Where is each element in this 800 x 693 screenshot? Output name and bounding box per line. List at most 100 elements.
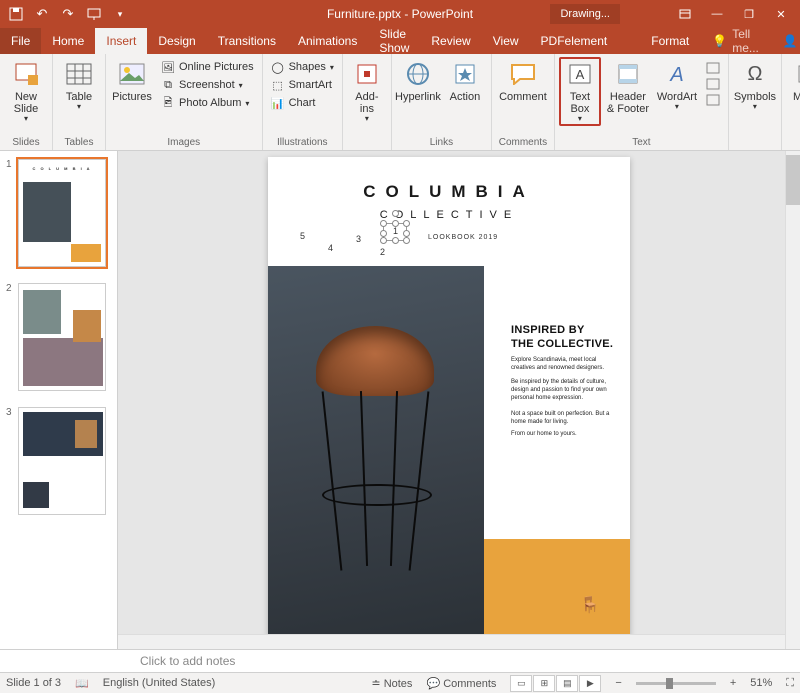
tab-file[interactable]: File (0, 28, 41, 54)
status-language[interactable]: English (United States) (103, 677, 216, 689)
save-icon[interactable] (4, 2, 28, 26)
zoom-out-button[interactable]: − (615, 677, 621, 689)
lightbulb-icon: 💡 (712, 34, 727, 48)
tab-home[interactable]: Home (41, 28, 95, 54)
undo-icon[interactable]: ↶ (30, 2, 54, 26)
slide-accent-block[interactable] (484, 539, 630, 637)
status-slide-counter[interactable]: Slide 1 of 3 (6, 677, 61, 689)
notes-pane[interactable]: Click to add notes (0, 649, 800, 672)
smartart-icon: ⬚ (271, 78, 285, 92)
tab-animations[interactable]: Animations (287, 28, 368, 54)
slide-thumbnails-panel: 1 C O L U M B I A 2 3 (0, 151, 118, 649)
table-button[interactable]: Table▾ (57, 57, 101, 112)
share-button[interactable]: 👤Share (771, 28, 800, 54)
callout-2: 2 (380, 247, 385, 257)
header-footer-button[interactable]: Header & Footer (604, 57, 652, 115)
redo-icon[interactable]: ↷ (56, 2, 80, 26)
text-more-2[interactable] (702, 77, 724, 91)
tell-me-search[interactable]: 💡Tell me... (700, 28, 771, 54)
notes-toggle[interactable]: ≐ Notes (371, 677, 412, 690)
sorter-view-icon[interactable]: ⊞ (533, 675, 555, 692)
slide-heading[interactable]: INSPIRED BYTHE COLLECTIVE. (511, 324, 613, 352)
text-more-1[interactable] (702, 61, 724, 75)
shapes-button[interactable]: ◯Shapes▾ (267, 59, 338, 75)
action-button[interactable]: Action (443, 57, 487, 103)
slide-para-2[interactable]: Be inspired by the details of culture, d… (511, 379, 621, 402)
ribbon-tabs: File Home Insert Design Transitions Anim… (0, 28, 800, 54)
slide-para-4[interactable]: From our home to yours. (511, 431, 621, 439)
comments-toggle[interactable]: 💬 Comments (426, 677, 496, 690)
normal-view-icon[interactable]: ▭ (510, 675, 532, 692)
hyperlink-button[interactable]: Hyperlink (396, 57, 440, 103)
tab-design[interactable]: Design (147, 28, 206, 54)
comment-icon (508, 59, 538, 89)
chart-button[interactable]: 📊Chart (267, 95, 338, 111)
media-button[interactable]: Media▾ (786, 57, 800, 112)
wordart-button[interactable]: AWordArt▾ (655, 57, 699, 112)
sel-center-num: 1 (393, 226, 398, 236)
photo-album-button[interactable]: 🖻Photo Album▾ (157, 95, 258, 111)
slide-1[interactable]: COLUMBIA COLLECTIVE LOOKBOOK 2019 1 2 3 … (268, 157, 630, 637)
tab-slideshow[interactable]: Slide Show (368, 28, 420, 54)
slide-hero-image[interactable] (268, 266, 484, 637)
group-slides-label: Slides (4, 135, 48, 150)
ribbon: New Slide▾ Slides Table▾ Tables Pictures… (0, 54, 800, 151)
zoom-slider[interactable] (636, 682, 716, 685)
thumb-slide-1[interactable]: C O L U M B I A (18, 159, 106, 267)
share-icon: 👤 (783, 34, 798, 48)
main-area: 1 C O L U M B I A 2 3 COLUMBIA COLLECTIV… (0, 151, 800, 649)
tab-format[interactable]: Format (640, 28, 700, 54)
tab-view[interactable]: View (482, 28, 530, 54)
slide-lookbook-label[interactable]: LOOKBOOK 2019 (428, 234, 498, 241)
slide-para-1[interactable]: Explore Scandinavia, meet local creative… (511, 357, 621, 373)
chart-icon: 📊 (271, 96, 285, 110)
comment-button[interactable]: Comment (496, 57, 550, 103)
online-pictures-button[interactable]: 🖼Online Pictures (157, 59, 258, 75)
screenshot-button[interactable]: ⧉Screenshot▾ (157, 77, 258, 93)
pictures-button[interactable]: Pictures (110, 57, 154, 103)
thumb-slide-3[interactable] (18, 407, 106, 515)
slide-subtitle[interactable]: COLLECTIVE (268, 209, 630, 221)
tab-review[interactable]: Review (420, 28, 481, 54)
fit-window-icon[interactable]: ⛶ (786, 677, 794, 690)
spellcheck-icon[interactable]: 📖 (75, 677, 89, 690)
shapes-icon: ◯ (271, 60, 285, 74)
contextual-tab-label[interactable]: Drawing... (550, 4, 620, 24)
ribbon-options-icon[interactable] (670, 2, 700, 26)
text-box-button[interactable]: AText Box▾ (559, 57, 601, 126)
tab-insert[interactable]: Insert (95, 28, 147, 54)
addins-label: Add-ins (349, 91, 385, 115)
selected-textbox[interactable]: 1 (383, 223, 407, 241)
zoom-percent[interactable]: 51% (750, 677, 772, 689)
horizontal-scrollbar[interactable] (118, 634, 785, 649)
start-slideshow-icon[interactable] (82, 2, 106, 26)
thumb-slide-2[interactable] (18, 283, 106, 391)
screenshot-icon: ⧉ (161, 78, 175, 92)
group-illustrations-label: Illustrations (267, 135, 338, 150)
slide-title[interactable]: COLUMBIA (268, 182, 630, 202)
pictures-icon (117, 59, 147, 89)
tab-transitions[interactable]: Transitions (207, 28, 287, 54)
symbols-button[interactable]: ΩSymbols▾ (733, 57, 777, 112)
qat-customize-icon[interactable]: ▾ (108, 2, 132, 26)
slide-canvas[interactable]: COLUMBIA COLLECTIVE LOOKBOOK 2019 1 2 3 … (118, 151, 800, 649)
text-more-3[interactable] (702, 93, 724, 107)
table-icon (64, 59, 94, 89)
header-footer-label: Header & Footer (606, 91, 650, 115)
restore-icon[interactable]: ❐ (734, 2, 764, 26)
vertical-scrollbar[interactable] (785, 151, 800, 649)
action-icon (450, 59, 480, 89)
group-text-label: Text (559, 135, 724, 150)
tab-pdfelement[interactable]: PDFelement (530, 28, 619, 54)
zoom-in-button[interactable]: + (730, 677, 736, 689)
new-slide-button[interactable]: New Slide▾ (4, 57, 48, 124)
reading-view-icon[interactable]: ▤ (556, 675, 578, 692)
smartart-button[interactable]: ⬚SmartArt (267, 77, 338, 93)
wordart-icon: A (662, 59, 692, 89)
chair-icon: 🪑 (580, 595, 600, 615)
close-icon[interactable]: ✕ (766, 2, 796, 26)
slideshow-view-icon[interactable]: ▶ (579, 675, 601, 692)
addins-button[interactable]: Add-ins▾ (347, 57, 387, 124)
minimize-icon[interactable]: — (702, 2, 732, 26)
slide-para-3[interactable]: Not a space built on perfection. But a h… (511, 411, 621, 427)
